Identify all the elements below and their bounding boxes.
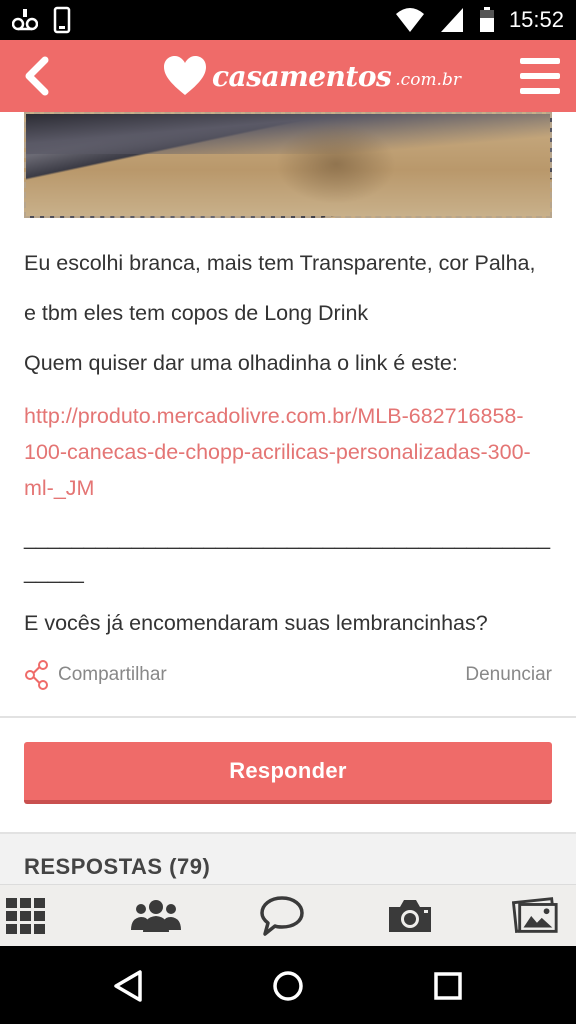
post-content[interactable]: Eu escolhi branca, mais tem Transparente…	[0, 112, 576, 884]
post-image[interactable]	[24, 112, 552, 218]
nav-recents-button[interactable]	[426, 964, 470, 1008]
post-paragraph-1: Eu escolhi branca, mais tem Transparente…	[24, 251, 536, 275]
home-circle-icon	[273, 971, 303, 1001]
separator-line-end: _____	[24, 560, 84, 584]
bottom-tab-bar	[0, 884, 576, 946]
status-left	[12, 6, 72, 34]
share-label: Compartilhar	[58, 664, 167, 685]
back-triangle-icon	[114, 970, 142, 1002]
responses-title: RESPOSTAS (79)	[24, 854, 211, 879]
divider	[0, 716, 576, 718]
post-paragraph-3: Quem quiser dar uma olhadinha o link é e…	[24, 351, 458, 375]
responses-header: RESPOSTAS (79)	[0, 832, 576, 884]
app-bar: casamentos .com.br	[0, 40, 576, 112]
post-paragraph-2: e tbm eles tem copos de Long Drink	[24, 301, 369, 325]
tab-photos[interactable]	[512, 893, 560, 939]
hamburger-menu-icon[interactable]	[518, 54, 562, 98]
phone-icon	[53, 6, 71, 34]
separator-line: ________________________________________…	[24, 526, 551, 550]
recents-square-icon	[434, 972, 462, 1000]
nav-home-button[interactable]	[266, 964, 310, 1008]
menu-line	[520, 88, 560, 94]
tab-camera[interactable]	[386, 893, 434, 939]
camera-icon	[389, 900, 431, 932]
heart-logo-icon	[164, 56, 206, 95]
signal-icon	[440, 8, 463, 32]
tab-community[interactable]	[128, 893, 184, 939]
tab-grid[interactable]	[2, 893, 50, 939]
status-right: 15:52	[395, 6, 564, 34]
community-icon	[131, 900, 181, 932]
post-question: E vocês já encomendaram suas lembrancinh…	[24, 611, 488, 635]
clock: 15:52	[508, 7, 564, 32]
post-actions: Compartilhar Denunciar	[24, 660, 552, 694]
chat-icon	[260, 896, 304, 936]
system-nav-bar	[0, 946, 576, 1024]
site-logo[interactable]: casamentos .com.br	[162, 48, 461, 104]
grid-icon	[6, 898, 45, 934]
logo-text: casamentos	[212, 59, 392, 93]
report-button[interactable]: Denunciar	[465, 664, 552, 686]
voicemail-icon	[12, 9, 38, 31]
image-fold	[276, 124, 396, 204]
photos-icon	[512, 897, 558, 933]
battery-icon	[479, 7, 494, 32]
logo-domain: .com.br	[395, 70, 461, 90]
share-icon	[25, 660, 48, 690]
back-arrow-icon	[25, 56, 49, 96]
menu-line	[520, 58, 560, 64]
tab-chat[interactable]	[258, 893, 306, 939]
product-link[interactable]: http://produto.mercadolivre.com.br/MLB-6…	[24, 398, 544, 506]
reply-button[interactable]: Responder	[24, 742, 552, 804]
share-button[interactable]: Compartilhar	[24, 660, 167, 690]
status-bar: 15:52	[0, 0, 576, 40]
wifi-icon	[395, 8, 424, 32]
nav-back-button[interactable]	[106, 964, 150, 1008]
back-button[interactable]	[10, 50, 62, 102]
menu-line	[520, 73, 560, 79]
